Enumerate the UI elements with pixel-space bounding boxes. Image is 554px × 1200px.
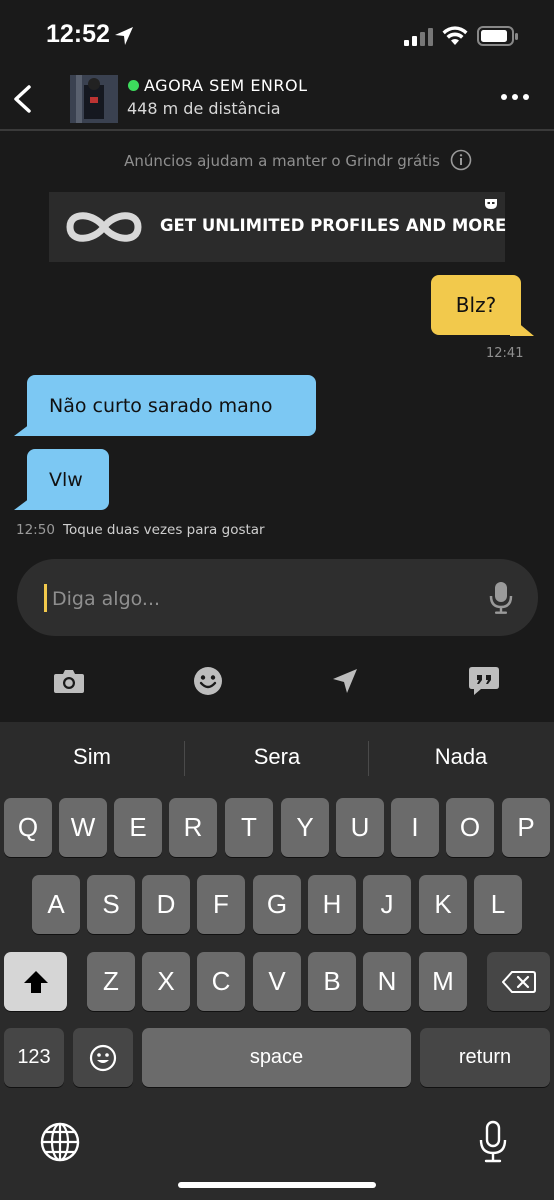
sent-message-time: 12:41: [486, 346, 524, 361]
cellular-signal-icon: [404, 28, 433, 46]
suggestion-3[interactable]: Nada: [396, 744, 526, 770]
back-arrow-icon[interactable]: [10, 84, 34, 114]
suggestion-divider: [368, 741, 369, 776]
online-status-dot: [128, 80, 139, 91]
header-divider: [0, 129, 554, 131]
shift-key[interactable]: [4, 952, 67, 1011]
ad-banner-text[interactable]: GET UNLIMITED PROFILES AND MORE: [160, 216, 506, 235]
emoji-icon[interactable]: [191, 664, 225, 698]
suggestion-1[interactable]: Sim: [27, 744, 157, 770]
received-message-bubble[interactable]: Vlw: [27, 449, 109, 510]
location-icon[interactable]: [328, 664, 362, 698]
emoji-key-icon: [89, 1044, 117, 1071]
key-c[interactable]: C: [197, 952, 245, 1011]
delete-key[interactable]: [487, 952, 550, 1011]
key-d[interactable]: D: [142, 875, 190, 934]
space-key[interactable]: space: [142, 1028, 411, 1087]
saved-phrases-icon[interactable]: [467, 664, 501, 698]
text-caret: [44, 584, 47, 612]
info-icon[interactable]: [450, 149, 472, 171]
key-t[interactable]: T: [225, 798, 273, 857]
return-key[interactable]: return: [420, 1028, 550, 1087]
grindr-mask-icon: [485, 199, 497, 209]
key-g[interactable]: G: [253, 875, 301, 934]
sent-bubble-tail: [510, 316, 534, 336]
sent-message-bubble[interactable]: Blz?: [431, 275, 521, 335]
dictation-mic-icon[interactable]: [478, 1120, 508, 1164]
location-arrow-icon: [115, 27, 133, 45]
status-time: 12:52: [46, 20, 110, 48]
suggestion-divider: [184, 741, 185, 776]
key-o[interactable]: O: [446, 798, 494, 857]
emoji-keyboard-key[interactable]: [73, 1028, 133, 1087]
avatar[interactable]: [70, 75, 118, 123]
key-y[interactable]: Y: [281, 798, 329, 857]
key-m[interactable]: M: [419, 952, 467, 1011]
received-bubble-tail: [14, 418, 38, 436]
key-z[interactable]: Z: [87, 952, 135, 1011]
key-q[interactable]: Q: [4, 798, 52, 857]
key-j[interactable]: J: [363, 875, 411, 934]
key-h[interactable]: H: [308, 875, 356, 934]
numbers-key[interactable]: 123: [4, 1028, 64, 1087]
key-k[interactable]: K: [419, 875, 467, 934]
backspace-icon: [501, 970, 536, 993]
more-options-icon[interactable]: [500, 93, 530, 101]
contact-name[interactable]: AGORA SEM ENROL: [144, 76, 308, 95]
infinity-logo-icon: [66, 212, 142, 242]
camera-icon[interactable]: [52, 664, 86, 698]
key-s[interactable]: S: [87, 875, 135, 934]
received-message-time: 12:50: [16, 522, 55, 538]
globe-icon[interactable]: [40, 1122, 80, 1162]
key-r[interactable]: R: [169, 798, 217, 857]
key-p[interactable]: P: [502, 798, 550, 857]
key-n[interactable]: N: [363, 952, 411, 1011]
key-x[interactable]: X: [142, 952, 190, 1011]
key-l[interactable]: L: [474, 875, 522, 934]
received-message-bubble[interactable]: Não curto sarado mano: [27, 375, 316, 436]
double-tap-hint: Toque duas vezes para gostar: [63, 522, 265, 538]
home-indicator[interactable]: [178, 1182, 376, 1188]
message-input-placeholder[interactable]: Diga algo...: [52, 588, 160, 610]
ads-notice: Anúncios ajudam a manter o Grindr grátis: [124, 152, 440, 170]
key-v[interactable]: V: [253, 952, 301, 1011]
key-b[interactable]: B: [308, 952, 356, 1011]
shift-arrow-icon: [23, 970, 48, 993]
key-a[interactable]: A: [32, 875, 80, 934]
microphone-icon[interactable]: [489, 581, 513, 615]
key-f[interactable]: F: [197, 875, 245, 934]
key-u[interactable]: U: [336, 798, 384, 857]
key-i[interactable]: I: [391, 798, 439, 857]
key-w[interactable]: W: [59, 798, 107, 857]
key-e[interactable]: E: [114, 798, 162, 857]
wifi-icon: [442, 26, 468, 45]
battery-icon: [477, 26, 518, 46]
received-bubble-tail: [14, 492, 38, 510]
suggestion-2[interactable]: Sera: [212, 744, 342, 770]
contact-distance: 448 m de distância: [127, 99, 281, 118]
